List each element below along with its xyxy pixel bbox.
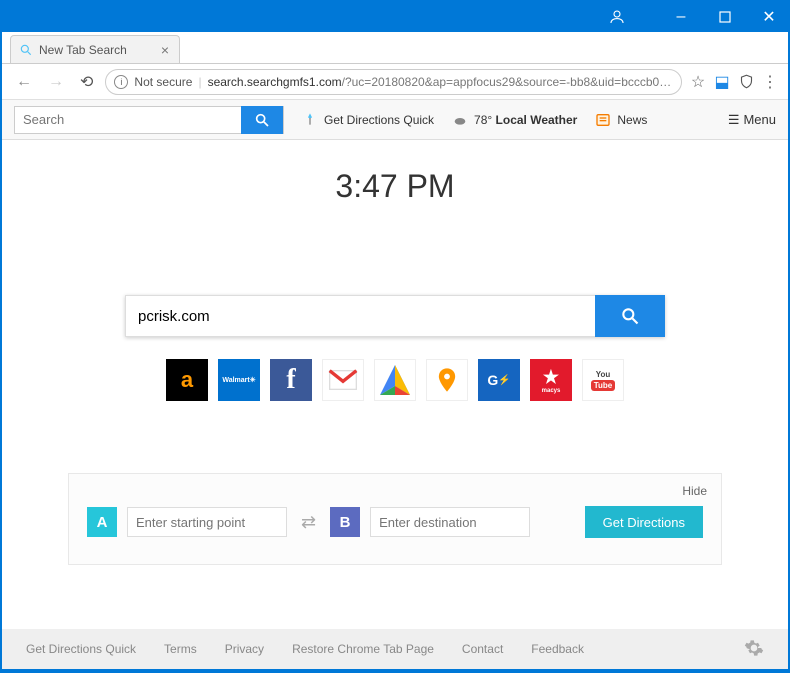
tab-close-icon[interactable]: × — [161, 42, 169, 58]
point-b-badge: B — [330, 507, 360, 537]
hamburger-icon: ☰ — [728, 112, 740, 128]
quicklink-youtube[interactable]: YouTube — [582, 359, 624, 401]
maximize-button[interactable] — [712, 4, 738, 30]
hide-link[interactable]: Hide — [682, 484, 707, 498]
weather-temp: 78° — [474, 113, 492, 127]
quicklink-gmail[interactable] — [322, 359, 364, 401]
window-titlebar: – ✕ — [2, 2, 788, 32]
page-content: 3:47 PM a Walmart✳ f G⚡ ★macys YouTube H… — [2, 140, 788, 629]
toolbar-weather-link[interactable]: 78° Local Weather — [452, 112, 577, 128]
toolbar-menu-label: Menu — [743, 112, 776, 127]
toolbar-search-button[interactable] — [241, 106, 283, 134]
footer-link-privacy[interactable]: Privacy — [225, 642, 264, 656]
reload-button[interactable]: ⟲ — [76, 72, 97, 92]
toolbar-news-label: News — [617, 113, 647, 127]
menu-dots-icon[interactable]: ⋮ — [762, 74, 778, 90]
quicklink-local[interactable] — [426, 359, 468, 401]
cloud-icon — [452, 112, 468, 128]
toolbar-directions-label: Get Directions Quick — [324, 113, 434, 127]
footer: Get Directions Quick Terms Privacy Resto… — [2, 629, 788, 669]
settings-gear-icon[interactable] — [744, 638, 764, 661]
tab-title: New Tab Search — [39, 43, 127, 57]
toolbar-menu-button[interactable]: ☰ Menu — [728, 112, 776, 128]
site-info-icon[interactable]: i — [114, 75, 128, 89]
address-row: ← → ⟲ i Not secure | search.searchgmfs1.… — [2, 64, 788, 100]
toolbar-search-box — [14, 106, 284, 134]
get-directions-button[interactable]: Get Directions — [585, 506, 703, 538]
clock-display: 3:47 PM — [335, 168, 454, 205]
quicklink-macys[interactable]: ★macys — [530, 359, 572, 401]
not-secure-label: Not secure — [134, 75, 192, 89]
directions-icon — [302, 112, 318, 128]
news-icon — [595, 112, 611, 128]
url-text: search.searchgmfs1.com/?uc=20180820&ap=a… — [208, 75, 673, 89]
main-search-input[interactable] — [125, 295, 595, 337]
destination-input[interactable] — [370, 507, 530, 537]
weather-label: Local Weather — [496, 113, 578, 127]
footer-link-contact[interactable]: Contact — [462, 642, 503, 656]
extension-toolbar: Get Directions Quick 78° Local Weather N… — [2, 100, 788, 140]
shield-icon[interactable] — [738, 74, 754, 90]
quicklink-walmart[interactable]: Walmart✳ — [218, 359, 260, 401]
browser-tab[interactable]: New Tab Search × — [10, 35, 180, 63]
footer-link-restore[interactable]: Restore Chrome Tab Page — [292, 642, 434, 656]
star-bookmark-icon[interactable]: ☆ — [690, 74, 706, 90]
swap-icon[interactable]: ⇄ — [297, 512, 320, 533]
footer-link-directions[interactable]: Get Directions Quick — [26, 642, 136, 656]
quicklink-gs[interactable]: G⚡ — [478, 359, 520, 401]
footer-link-terms[interactable]: Terms — [164, 642, 197, 656]
extension-icon[interactable]: ⬓ — [714, 74, 730, 90]
user-icon[interactable] — [604, 4, 630, 30]
quick-links-row: a Walmart✳ f G⚡ ★macys YouTube — [166, 359, 624, 401]
toolbar-directions-link[interactable]: Get Directions Quick — [302, 112, 434, 128]
close-window-button[interactable]: ✕ — [756, 4, 782, 30]
forward-button[interactable]: → — [44, 73, 68, 91]
main-search-button[interactable] — [595, 295, 665, 337]
starting-point-input[interactable] — [127, 507, 287, 537]
address-bar[interactable]: i Not secure | search.searchgmfs1.com/?u… — [105, 69, 682, 95]
quicklink-amazon[interactable]: a — [166, 359, 208, 401]
directions-panel: Hide A ⇄ B Get Directions — [68, 473, 722, 565]
search-favicon-icon — [19, 43, 33, 57]
quicklink-google-maps[interactable] — [374, 359, 416, 401]
toolbar-news-link[interactable]: News — [595, 112, 647, 128]
back-button[interactable]: ← — [12, 73, 36, 91]
footer-link-feedback[interactable]: Feedback — [531, 642, 584, 656]
quicklink-facebook[interactable]: f — [270, 359, 312, 401]
tabs-row: New Tab Search × — [2, 32, 788, 64]
point-a-badge: A — [87, 507, 117, 537]
minimize-button[interactable]: – — [668, 4, 694, 30]
main-search-box — [125, 295, 665, 337]
toolbar-search-input[interactable] — [15, 112, 241, 127]
